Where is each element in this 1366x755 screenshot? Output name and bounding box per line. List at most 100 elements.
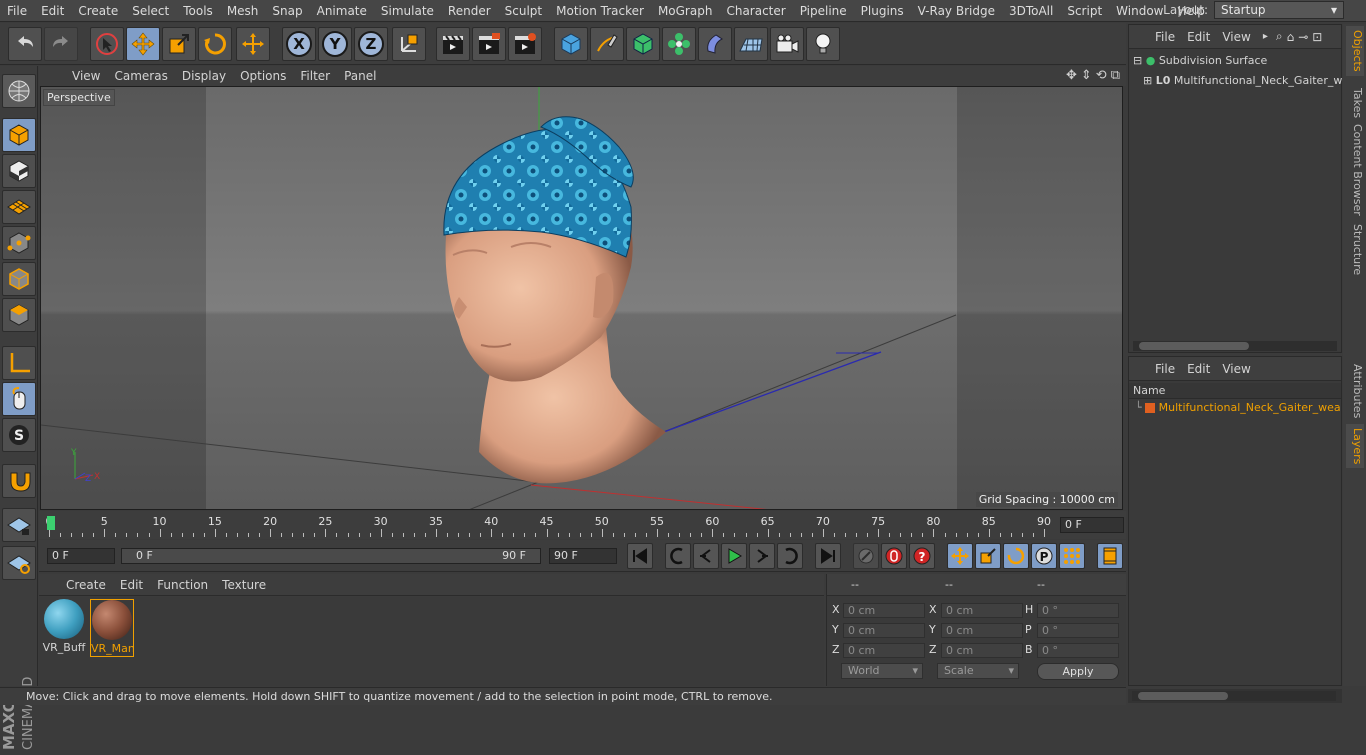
tab-takes[interactable]: Takes (1346, 84, 1364, 122)
render-picture-viewer-button[interactable] (472, 27, 506, 61)
enable-axis-button[interactable] (2, 346, 36, 380)
viewport-menu-display[interactable]: Display (175, 69, 233, 83)
key-position-button[interactable] (947, 543, 973, 569)
object-menu-view[interactable]: View (1216, 30, 1256, 44)
menu-pipeline[interactable]: Pipeline (793, 4, 854, 18)
tab-content-browser[interactable]: Content Browser (1346, 120, 1364, 220)
make-editable-button[interactable] (2, 74, 36, 108)
menu-script[interactable]: Script (1060, 4, 1109, 18)
size-field[interactable]: 0 cm (941, 603, 1023, 618)
camera-button[interactable] (770, 27, 804, 61)
menu-create[interactable]: Create (71, 4, 125, 18)
layout-dropdown[interactable]: Startup ▾ (1214, 1, 1344, 19)
scrollbar-thumb[interactable] (1139, 342, 1249, 350)
redo-button[interactable] (44, 27, 78, 61)
layer-menu-view[interactable]: View (1216, 362, 1256, 376)
current-frame-field[interactable]: 0 F (1060, 517, 1124, 533)
pan-icon[interactable]: ✥ (1066, 68, 1077, 83)
workplane-lock-button[interactable] (2, 508, 36, 542)
menu-vray-bridge[interactable]: V-Ray Bridge (911, 4, 1002, 18)
snap-button[interactable] (2, 464, 36, 498)
y-axis-lock-button[interactable]: Y (318, 27, 352, 61)
timeline-ruler[interactable]: 051015202530354045505560657075808590 0 F (39, 511, 1126, 539)
material-swatch[interactable]: VR_Man (90, 599, 134, 657)
position-field[interactable]: 0 cm (843, 623, 925, 638)
size-field[interactable]: 0 cm (941, 643, 1023, 658)
menu-plugins[interactable]: Plugins (854, 4, 911, 18)
tab-structure[interactable]: Structure (1346, 220, 1364, 279)
coordinate-system-button[interactable] (392, 27, 426, 61)
tree-item-subdivision-surface[interactable]: ⊟ ● Subdivision Surface (1133, 54, 1267, 67)
deformer-button[interactable] (698, 27, 732, 61)
move-tool-button[interactable] (126, 27, 160, 61)
camera-label[interactable]: Perspective (43, 89, 115, 106)
z-axis-lock-button[interactable]: Z (354, 27, 388, 61)
menu-mograph[interactable]: MoGraph (651, 4, 720, 18)
go-to-end-button[interactable] (815, 543, 841, 569)
cloner-button[interactable] (662, 27, 696, 61)
undo-button[interactable] (8, 27, 42, 61)
menu-select[interactable]: Select (125, 4, 176, 18)
rotate-tool-button[interactable] (198, 27, 232, 61)
tab-objects[interactable]: Objects (1346, 26, 1364, 76)
polygons-mode-button[interactable] (2, 298, 36, 332)
timeline-window-button[interactable] (1097, 543, 1123, 569)
menu-window[interactable]: Window (1109, 4, 1170, 18)
material-swatch[interactable]: VR_Buff (42, 599, 86, 657)
solo-mode-button[interactable]: S (2, 418, 36, 452)
edges-mode-button[interactable] (2, 262, 36, 296)
orbit-icon[interactable]: ⟲ (1096, 68, 1107, 83)
rotation-field[interactable]: 0 ° (1037, 643, 1119, 658)
menu-sculpt[interactable]: Sculpt (498, 4, 549, 18)
material-menu-edit[interactable]: Edit (113, 578, 150, 592)
go-to-start-button[interactable] (627, 543, 653, 569)
transform-tool-button[interactable] (236, 27, 270, 61)
render-view-button[interactable] (436, 27, 470, 61)
perspective-viewport[interactable]: Y Z X Perspective Grid Spacing : 10000 c… (40, 86, 1123, 510)
rotation-field[interactable]: 0 ° (1037, 623, 1119, 638)
home-icon[interactable]: ⌂ (1287, 30, 1295, 44)
coordinate-mode-dropdown[interactable]: World ▾ (841, 663, 923, 679)
previous-frame-button[interactable] (693, 543, 719, 569)
frame-ruler[interactable]: 051015202530354045505560657075808590 (46, 513, 1051, 537)
menu-character[interactable]: Character (719, 4, 792, 18)
key-point-level-button[interactable] (1059, 543, 1085, 569)
x-axis-lock-button[interactable]: X (282, 27, 316, 61)
menu-render[interactable]: Render (441, 4, 498, 18)
light-button[interactable] (806, 27, 840, 61)
key-scale-button[interactable] (975, 543, 1001, 569)
points-mode-button[interactable] (2, 226, 36, 260)
viewport-menu-view[interactable]: View (65, 69, 107, 83)
viewport-menu-filter[interactable]: Filter (293, 69, 337, 83)
expand-icon[interactable]: ⊞ (1143, 74, 1152, 87)
record-active-objects-button[interactable] (853, 543, 879, 569)
position-field[interactable]: 0 cm (843, 603, 925, 618)
menu-simulate[interactable]: Simulate (374, 4, 441, 18)
scrollbar-track[interactable] (1132, 691, 1336, 701)
object-menu-file[interactable]: File (1149, 30, 1181, 44)
texture-mode-button[interactable] (2, 154, 36, 188)
live-selection-button[interactable] (90, 27, 124, 61)
menu-animate[interactable]: Animate (310, 4, 374, 18)
viewport-menu-options[interactable]: Options (233, 69, 293, 83)
model-mode-button[interactable] (2, 118, 36, 152)
start-frame-field[interactable]: 0 F (47, 548, 115, 564)
material-menu-function[interactable]: Function (150, 578, 215, 592)
material-menu-create[interactable]: Create (59, 578, 113, 592)
layer-horizontal-scrollbar[interactable] (1128, 689, 1342, 703)
tweak-mode-button[interactable] (2, 382, 36, 416)
rotation-field[interactable]: 0 ° (1037, 603, 1119, 618)
layer-menu-edit[interactable]: Edit (1181, 362, 1216, 376)
position-field[interactable]: 0 cm (843, 643, 925, 658)
scrollbar-thumb[interactable] (1138, 692, 1228, 700)
menu-tools[interactable]: Tools (176, 4, 220, 18)
scale-tool-button[interactable] (162, 27, 196, 61)
preview-range-slider[interactable]: 0 F 90 F (121, 548, 541, 564)
menu-motion-tracker[interactable]: Motion Tracker (549, 4, 651, 18)
tab-attributes[interactable]: Attributes (1346, 360, 1364, 422)
menu-snap[interactable]: Snap (265, 4, 309, 18)
expand-icon[interactable]: ⊟ (1133, 54, 1142, 67)
autokeying-button[interactable] (881, 543, 907, 569)
keyframe-selection-button[interactable]: ? (909, 543, 935, 569)
menu-3dtoall[interactable]: 3DToAll (1002, 4, 1060, 18)
